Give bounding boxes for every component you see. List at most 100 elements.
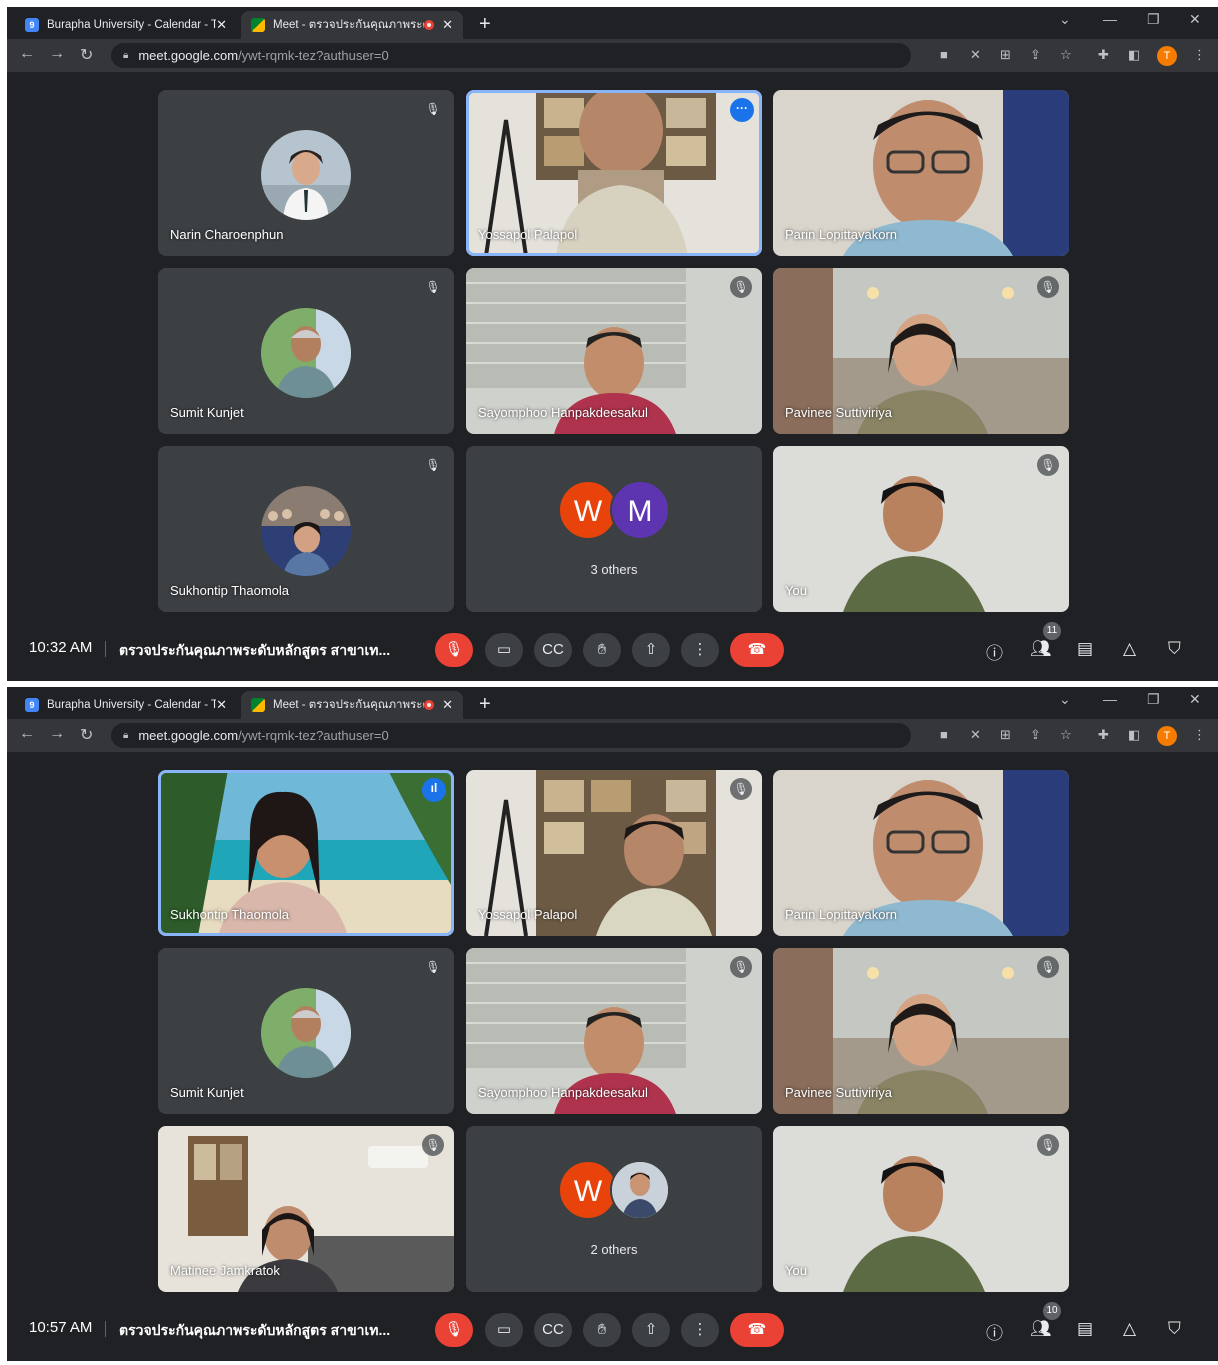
- mic-toggle-button[interactable]: 🎙︎: [435, 1313, 473, 1347]
- minimize-icon[interactable]: —: [1103, 691, 1117, 707]
- info-icon[interactable]: ⓘ: [986, 1319, 1003, 1344]
- tab-search-icon[interactable]: ⌄: [1059, 11, 1071, 28]
- menu-icon[interactable]: ⋮: [1193, 47, 1206, 63]
- new-tab-button[interactable]: +: [479, 693, 491, 716]
- others-count: 2 others: [590, 1242, 638, 1257]
- side-panel-icon[interactable]: ◧: [1128, 727, 1140, 743]
- toolbar: ← → ↻ 🔒︎ meet.google.com/ywt-rqmk-tez?au…: [7, 39, 1218, 72]
- participant-tile[interactable]: 🎙︎ Pavinee Suttiviriya: [773, 948, 1069, 1114]
- extensions-icon[interactable]: ✚: [1098, 727, 1109, 743]
- end-call-button[interactable]: ☎︎: [730, 633, 784, 667]
- translate-icon[interactable]: ⊞: [1000, 727, 1011, 743]
- close-window-icon[interactable]: ✕: [1189, 11, 1201, 28]
- self-tile[interactable]: 🎙︎ You: [773, 1126, 1069, 1292]
- notifications-off-icon[interactable]: ✕: [970, 47, 981, 63]
- tab-meet[interactable]: Meet - ตรวจประกันคุณภาพระดั ✕: [241, 11, 463, 39]
- notifications-off-icon[interactable]: ✕: [970, 727, 981, 743]
- people-icon[interactable]: 👥︎: [1030, 1319, 1052, 1339]
- participant-tile[interactable]: 🎙︎ Yossapol Palapol: [466, 770, 762, 936]
- close-tab-icon[interactable]: ✕: [216, 17, 227, 33]
- star-icon[interactable]: ☆: [1060, 47, 1072, 63]
- address-bar[interactable]: 🔒︎ meet.google.com/ywt-rqmk-tez?authuser…: [111, 43, 911, 68]
- activities-icon[interactable]: △: [1123, 1319, 1136, 1339]
- share-icon[interactable]: ⇪: [1030, 47, 1041, 63]
- avatar-initial: M: [610, 480, 670, 540]
- recording-icon: [424, 700, 435, 710]
- participant-tile[interactable]: Parin Lopittayakorn: [773, 770, 1069, 936]
- restore-icon[interactable]: ❐: [1147, 691, 1160, 708]
- forward-icon[interactable]: →: [49, 45, 65, 63]
- host-controls-icon[interactable]: ⛉: [1168, 639, 1181, 659]
- minimize-icon[interactable]: —: [1103, 11, 1117, 27]
- participant-tile[interactable]: 🎙︎ Pavinee Suttiviriya: [773, 268, 1069, 434]
- captions-button[interactable]: CC: [534, 1313, 572, 1347]
- more-options-icon[interactable]: ···: [730, 98, 754, 122]
- chat-icon[interactable]: ▤: [1077, 1319, 1093, 1339]
- camera-icon[interactable]: ■: [940, 47, 948, 62]
- camera-icon[interactable]: ■: [940, 727, 948, 742]
- camera-toggle-button[interactable]: ▭: [485, 1313, 523, 1347]
- close-window-icon[interactable]: ✕: [1189, 691, 1201, 708]
- info-icon[interactable]: ⓘ: [986, 639, 1003, 664]
- participant-tile[interactable]: 🎙︎ Sukhontip Thaomola: [158, 446, 454, 612]
- raise-hand-button[interactable]: ✋︎: [583, 633, 621, 667]
- present-button[interactable]: ⇧: [632, 633, 670, 667]
- tab-calendar[interactable]: 9 Burapha University - Calendar - T ✕: [15, 11, 237, 39]
- self-tile[interactable]: 🎙︎ You: [773, 446, 1069, 612]
- participant-count-badge: 10: [1043, 1302, 1061, 1320]
- participant-tile[interactable]: 🎙︎ Sayomphoo Hanpakdeesakul: [466, 948, 762, 1114]
- avatar-photo: [610, 1160, 670, 1220]
- others-avatars: W M: [558, 480, 670, 540]
- participant-name: Sumit Kunjet: [170, 405, 244, 420]
- extensions-icon[interactable]: ✚: [1098, 47, 1109, 63]
- close-tab-icon[interactable]: ✕: [216, 697, 227, 713]
- back-icon[interactable]: ←: [19, 725, 35, 743]
- participant-tile[interactable]: 🎙︎ Sumit Kunjet: [158, 948, 454, 1114]
- participant-tile[interactable]: 🎙︎ Matinee Jamkratok: [158, 1126, 454, 1292]
- reload-icon[interactable]: ↻: [80, 725, 93, 745]
- speaking-icon: ıl: [422, 778, 446, 802]
- activities-icon[interactable]: △: [1123, 639, 1136, 659]
- more-options-button[interactable]: ⋮: [681, 1313, 719, 1347]
- participant-tile[interactable]: 🎙︎ Narin Charoenphun: [158, 90, 454, 256]
- mic-off-icon: 🎙︎: [1037, 1134, 1059, 1156]
- participant-tile[interactable]: Parin Lopittayakorn: [773, 90, 1069, 256]
- others-tile[interactable]: W 2 others: [466, 1126, 762, 1292]
- participant-tile[interactable]: ıl Sukhontip Thaomola: [158, 770, 454, 936]
- menu-icon[interactable]: ⋮: [1193, 727, 1206, 743]
- profile-avatar[interactable]: T: [1157, 46, 1177, 66]
- participant-tile[interactable]: ··· Yossapol Palapol: [466, 90, 762, 256]
- close-tab-icon[interactable]: ✕: [442, 697, 453, 713]
- restore-icon[interactable]: ❐: [1147, 11, 1160, 28]
- raise-hand-button[interactable]: ✋︎: [583, 1313, 621, 1347]
- forward-icon[interactable]: →: [49, 725, 65, 743]
- star-icon[interactable]: ☆: [1060, 727, 1072, 743]
- translate-icon[interactable]: ⊞: [1000, 47, 1011, 63]
- end-call-button[interactable]: ☎︎: [730, 1313, 784, 1347]
- reload-icon[interactable]: ↻: [80, 45, 93, 65]
- people-icon[interactable]: 👥︎: [1030, 639, 1052, 659]
- close-tab-icon[interactable]: ✕: [442, 17, 453, 33]
- tab-meet[interactable]: Meet - ตรวจประกันคุณภาพระดั ✕: [241, 691, 463, 719]
- tab-search-icon[interactable]: ⌄: [1059, 691, 1071, 708]
- participant-tile[interactable]: 🎙︎ Sumit Kunjet: [158, 268, 454, 434]
- address-bar[interactable]: 🔒︎ meet.google.com/ywt-rqmk-tez?authuser…: [111, 723, 911, 748]
- present-button[interactable]: ⇧: [632, 1313, 670, 1347]
- profile-avatar[interactable]: T: [1157, 726, 1177, 746]
- captions-button[interactable]: CC: [534, 633, 572, 667]
- share-icon[interactable]: ⇪: [1030, 727, 1041, 743]
- camera-toggle-button[interactable]: ▭: [485, 633, 523, 667]
- back-icon[interactable]: ←: [19, 45, 35, 63]
- tab-calendar[interactable]: 9 Burapha University - Calendar - T ✕: [15, 691, 237, 719]
- host-controls-icon[interactable]: ⛉: [1168, 1319, 1181, 1339]
- lock-icon: 🔒︎: [123, 730, 129, 741]
- participant-tile[interactable]: 🎙︎ Sayomphoo Hanpakdeesakul: [466, 268, 762, 434]
- participant-name: Sukhontip Thaomola: [170, 583, 290, 598]
- mic-toggle-button[interactable]: 🎙︎: [435, 633, 473, 667]
- chat-icon[interactable]: ▤: [1077, 639, 1093, 659]
- others-tile[interactable]: W M 3 others: [466, 446, 762, 612]
- more-options-button[interactable]: ⋮: [681, 633, 719, 667]
- side-panel-icon[interactable]: ◧: [1128, 47, 1140, 63]
- new-tab-button[interactable]: +: [479, 13, 491, 36]
- mic-off-icon: 🎙︎: [1037, 276, 1059, 298]
